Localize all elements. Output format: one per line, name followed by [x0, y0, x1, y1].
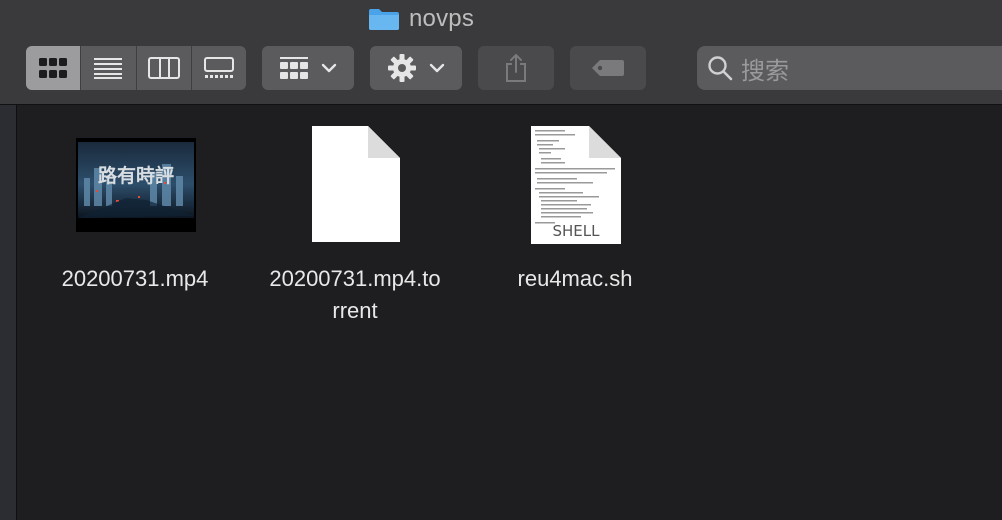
tag-icon — [592, 60, 624, 76]
file-item-torrent[interactable]: 20200731.mp4.to rrent — [255, 124, 455, 327]
shell-script-icon: SHELL — [531, 126, 621, 244]
file-item-video[interactable]: 路有時評 20200731.mp4 — [35, 130, 235, 295]
gear-icon — [388, 54, 416, 82]
search-placeholder: 搜索 — [741, 57, 789, 85]
column-view-icon — [147, 57, 180, 79]
column-view-button[interactable] — [137, 46, 192, 90]
file-item-shell[interactable]: SHELL reu4mac.sh — [475, 124, 675, 295]
window-title-text: novps — [409, 5, 475, 32]
shell-badge: SHELL — [553, 222, 601, 240]
window-title: novps — [368, 4, 474, 34]
sidebar-edge — [0, 105, 17, 520]
file-name: 20200731.mp4 — [61, 266, 209, 291]
search-icon — [708, 56, 733, 81]
share-button[interactable] — [478, 46, 554, 90]
toolbar: novps 搜索 — [0, 0, 1002, 105]
file-name-line-2: rrent — [332, 298, 378, 323]
share-icon — [506, 54, 526, 82]
icon-view-icon — [39, 58, 68, 78]
chevron-down-icon — [429, 63, 445, 73]
action-button[interactable] — [370, 46, 462, 90]
video-thumbnail: 路有時評 — [76, 138, 196, 232]
icon-view-button[interactable] — [26, 46, 82, 90]
video-thumbnail-text: 路有時評 — [98, 164, 174, 187]
tag-button[interactable] — [570, 46, 646, 90]
folder-icon — [369, 9, 399, 30]
gallery-view-button[interactable] — [192, 46, 246, 90]
file-name-line-1: 20200731.mp4.to — [269, 266, 441, 291]
group-by-button[interactable] — [262, 46, 354, 90]
file-name: reu4mac.sh — [517, 266, 633, 291]
list-view-icon — [94, 58, 123, 79]
list-view-button[interactable] — [81, 46, 137, 90]
view-mode-segmented-control — [26, 46, 246, 90]
document-icon — [312, 126, 400, 242]
chevron-down-icon — [321, 63, 337, 73]
gallery-view-icon — [203, 57, 234, 78]
grid-icon — [280, 57, 308, 79]
search-field[interactable]: 搜索 — [697, 46, 1002, 90]
